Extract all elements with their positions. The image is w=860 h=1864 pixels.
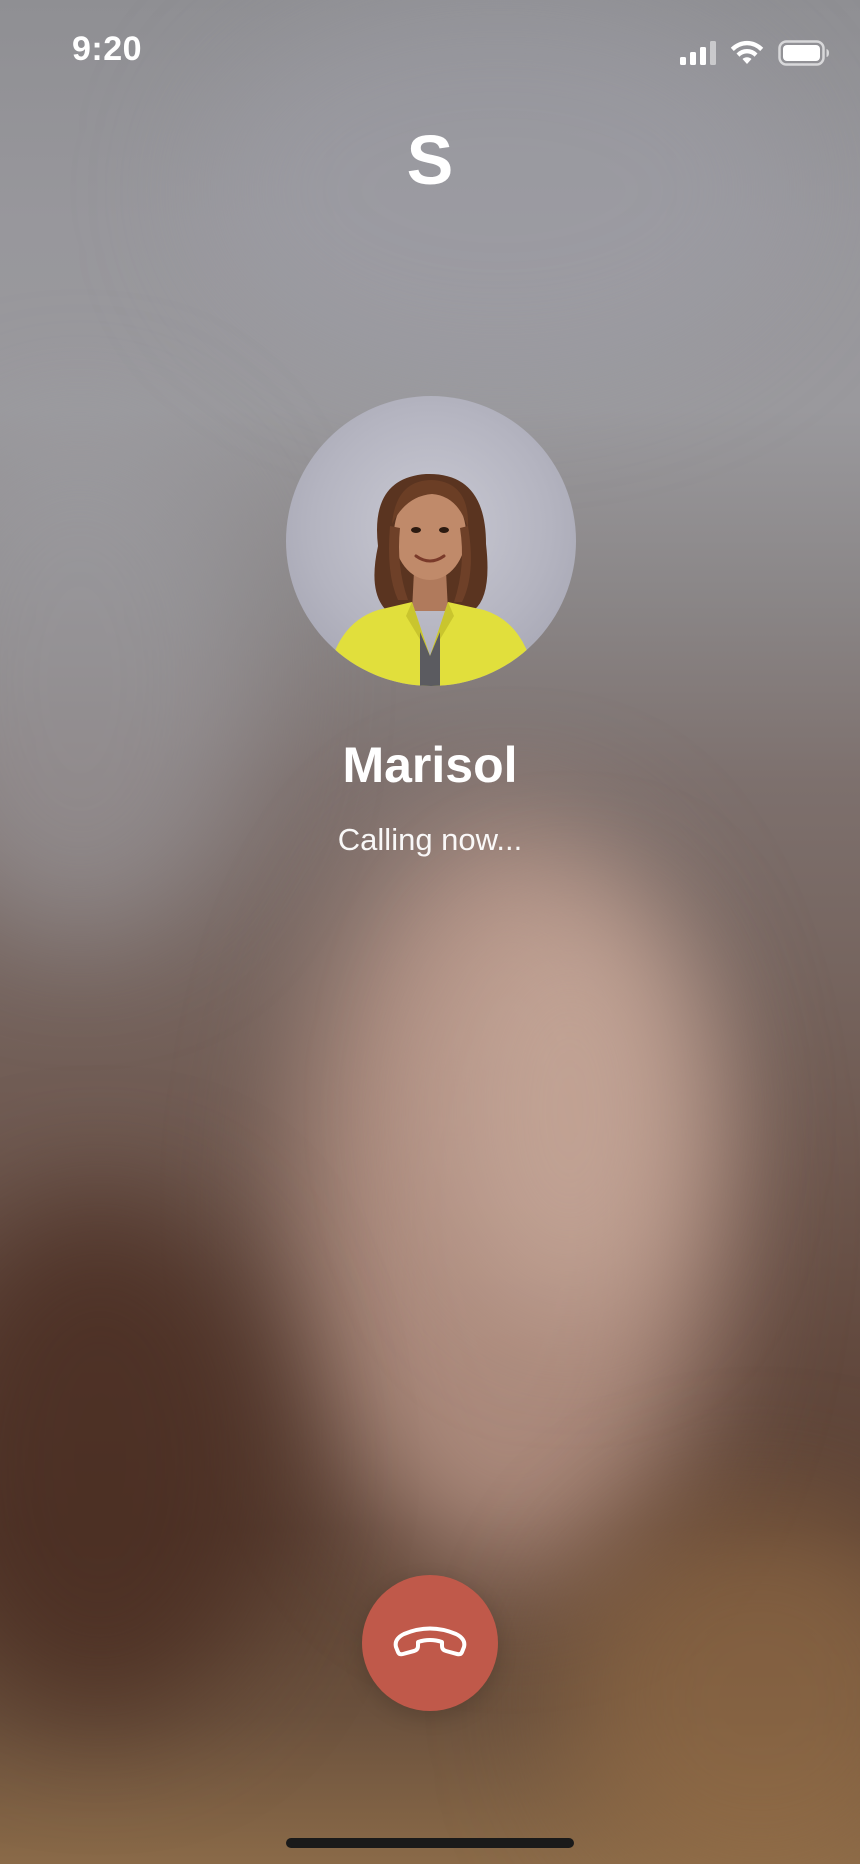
call-status: Calling now... [337,822,523,857]
background-blur [560,1500,860,1864]
background-blur [0,420,260,940]
home-indicator[interactable] [286,1838,574,1848]
status-time: 9:20 [72,30,143,68]
app-initial: S [406,121,454,199]
battery-icon [778,40,829,66]
status-icons [680,38,830,68]
phone-hangup-icon [393,1626,467,1657]
background-blur [0,1200,280,1720]
cellular-signal-icon [680,41,716,65]
end-call-button[interactable] [362,1575,498,1711]
status-bar: 9:20 [0,0,860,100]
wifi-icon [730,40,764,64]
call-screen: 9:20 S Marisol Calling now... [0,0,860,1864]
contact-name: Marisol [342,737,518,793]
contact-photo [326,473,536,686]
background-blur [440,900,700,1320]
contact-avatar [286,396,576,686]
